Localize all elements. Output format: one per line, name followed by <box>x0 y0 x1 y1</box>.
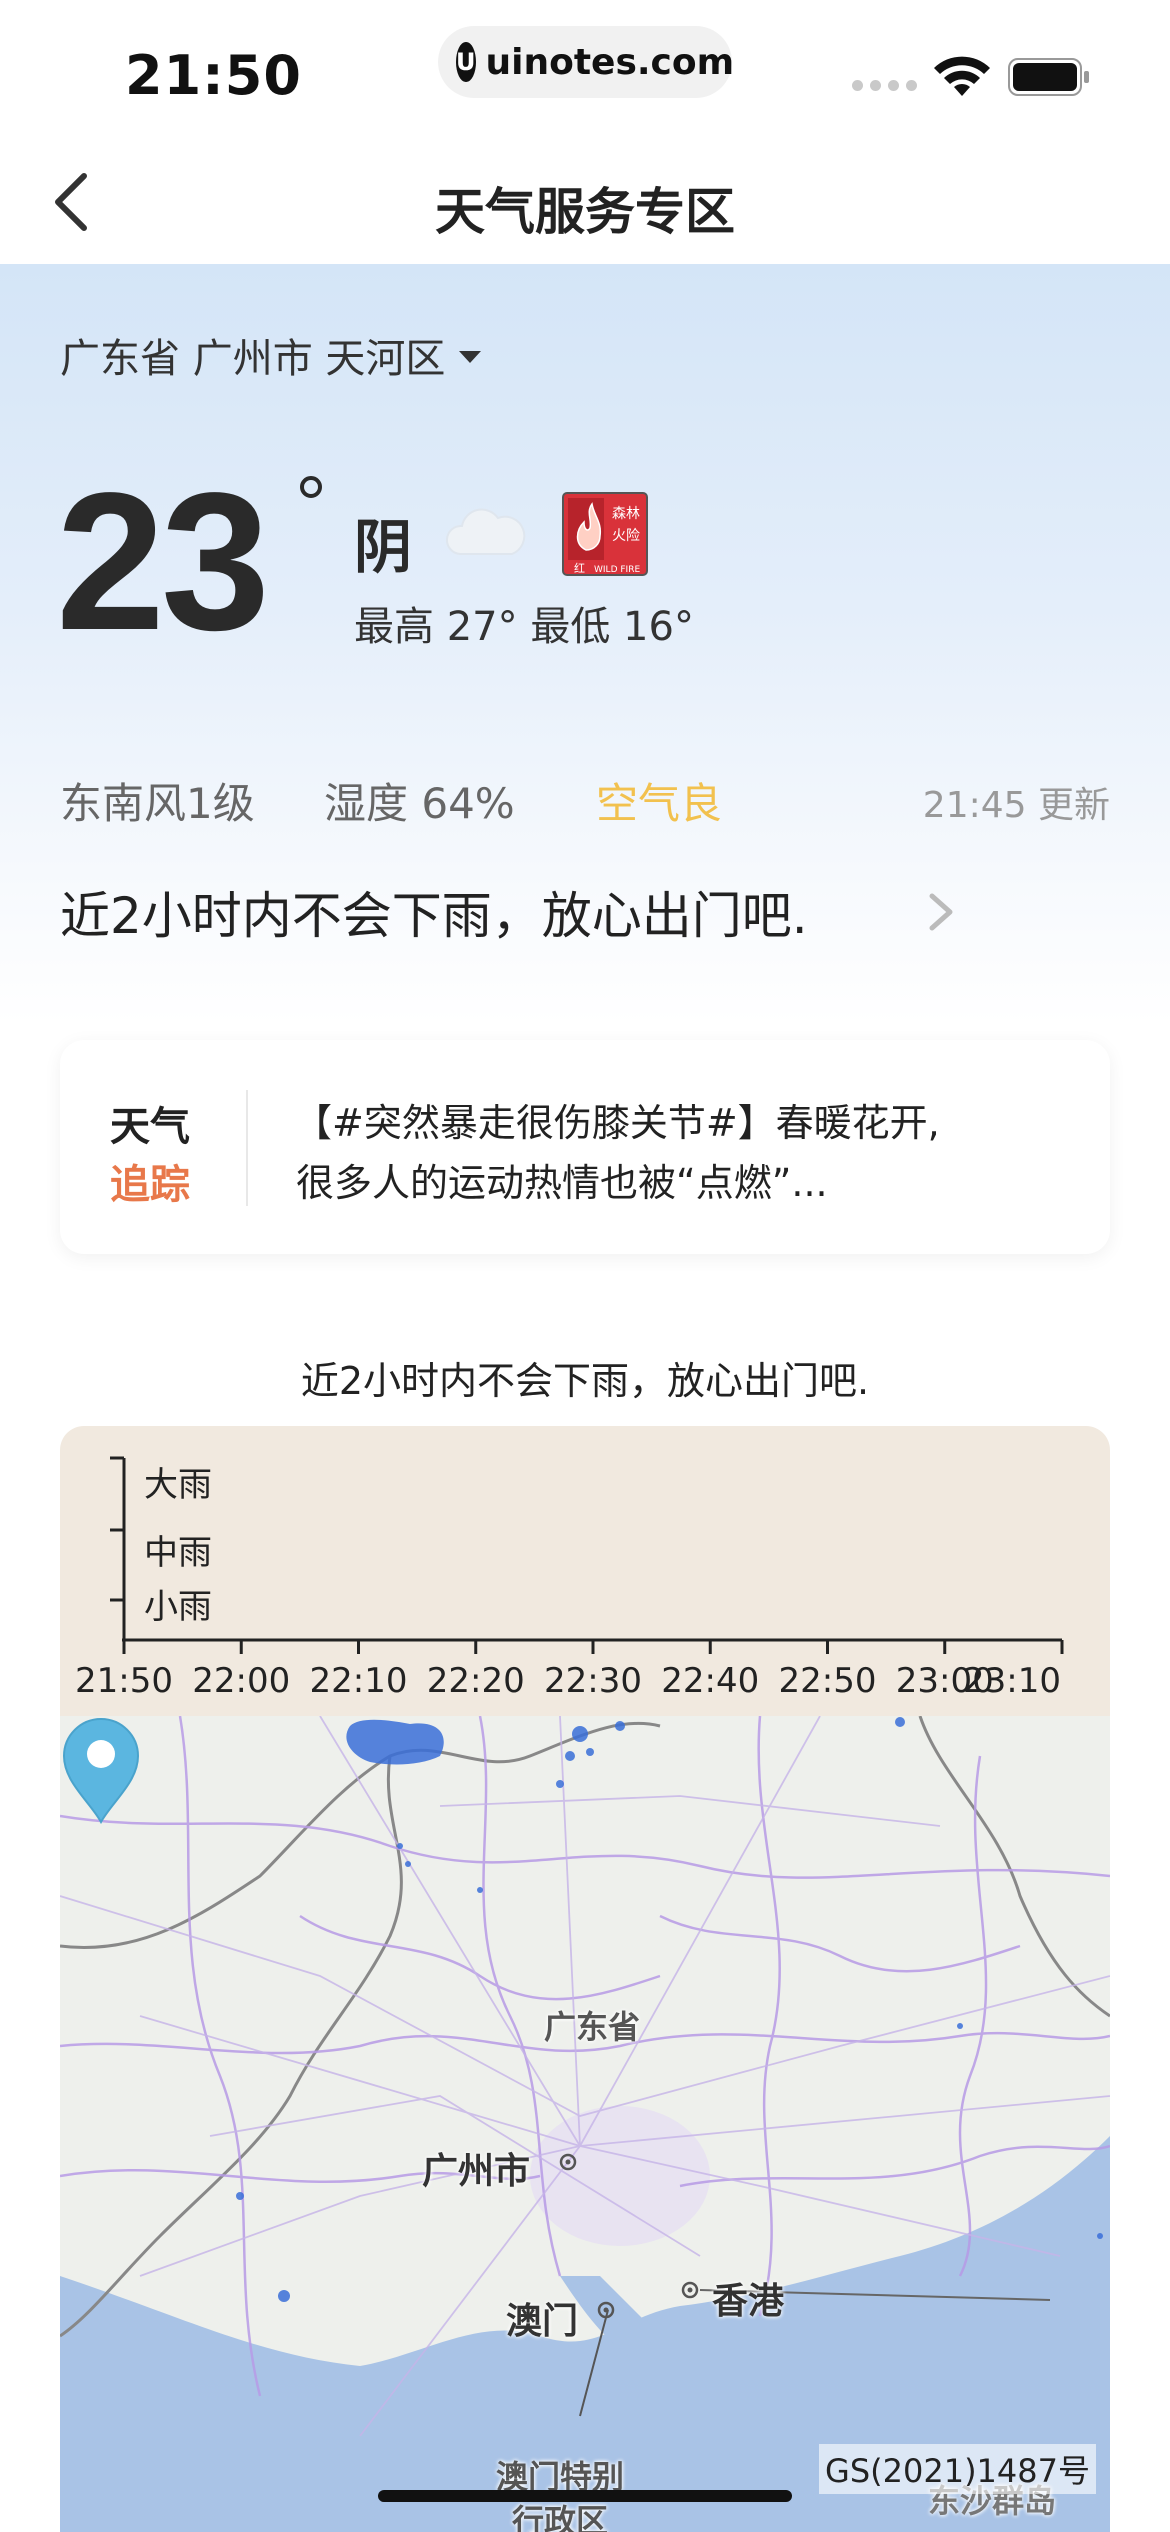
chevron-right-icon[interactable] <box>920 882 964 942</box>
navigation-bar: 天气服务专区 <box>0 140 1170 264</box>
status-bar: 21:50 U uinotes.com <box>0 0 1170 140</box>
location-text: 广东省 广州市 天河区 <box>60 336 446 382</box>
cellular-signal-icon <box>852 80 917 91</box>
x-tick-label: 22:40 <box>661 1661 759 1701</box>
tracking-headline: 【#突然暴走很伤膝关节#】春暖花开, <box>294 1101 940 1145</box>
x-tick-label: 22:50 <box>779 1661 877 1701</box>
wind-info: 东南风1级 <box>60 779 255 828</box>
air-quality-info[interactable]: 空气良 <box>596 770 722 831</box>
x-tick-label: 22:00 <box>192 1661 290 1701</box>
tracking-snippet: 很多人的运动热情也被“点燃”... <box>296 1161 828 1205</box>
updated-time: 21:45 更新 <box>922 785 1110 826</box>
site-logo-icon: U <box>456 42 476 82</box>
home-indicator[interactable] <box>378 2490 792 2502</box>
divider <box>246 1090 248 1206</box>
weather-service-page: 21:50 U uinotes.com 天气服务专区 广东省 广州市 天河区 2… <box>0 0 1170 2532</box>
degree-icon <box>300 476 322 498</box>
url-text: uinotes.com <box>485 41 735 83</box>
location-selector[interactable]: 广东省 广州市 天河区 <box>60 326 482 384</box>
weather-tracking-card[interactable]: 天气 追踪 【#突然暴走很伤膝关节#】春暖花开, 很多人的运动热情也被“点燃”.… <box>60 1040 1110 1254</box>
battery-icon <box>1008 58 1089 96</box>
current-temperature: 23 <box>56 452 270 671</box>
x-tick-label: 22:30 <box>544 1661 642 1701</box>
x-tick-label: 21:50 <box>75 1661 173 1701</box>
url-pill[interactable]: U uinotes.com <box>438 26 735 98</box>
location-pin-icon[interactable] <box>60 1716 142 1824</box>
warning-text-mid: 火险 <box>612 528 640 544</box>
warning-text-top: 森林 <box>612 506 640 522</box>
caret-down-icon <box>459 351 482 363</box>
y-level-moderate: 中雨 <box>144 1533 212 1573</box>
page-title: 天气服务专区 <box>435 183 735 241</box>
rain-forecast-link[interactable]: 近2小时内不会下雨，放心出门吧. <box>60 876 808 948</box>
warning-level: 红 <box>574 562 585 575</box>
radar-map[interactable]: 广东省 广州市 澳门 香港 澳门特别 行政区 东沙群岛 GS(2021)1487… <box>60 1716 1110 2532</box>
high-low-temperature: 最高 27° 最低 16° <box>354 604 694 650</box>
map-label-macau: 澳门 <box>506 2301 579 2342</box>
weather-details-row: 东南风1级 湿度 64% 空气良 21:45 更新 <box>60 770 1110 830</box>
map-canvas <box>60 1716 1110 2532</box>
cloud-icon <box>446 508 526 555</box>
x-tick-label: 22:10 <box>310 1661 408 1701</box>
status-time: 21:50 <box>125 44 302 107</box>
x-tick-label: 23:10 <box>963 1661 1061 1701</box>
map-label-guangzhou: 广州市 <box>422 2151 531 2192</box>
y-level-heavy: 大雨 <box>144 1465 212 1505</box>
warning-en: WILD FIRE <box>594 565 640 575</box>
forest-fire-warning-icon[interactable]: 森林 火险 红 WILD FIRE <box>562 492 648 576</box>
tracking-label-track: 追踪 <box>110 1162 190 1208</box>
precipitation-axes: 21:50 22:00 22:10 22:20 22:30 22:40 22:50 23:00… <box>75 1456 1064 1701</box>
y-level-light: 小雨 <box>144 1587 212 1627</box>
tracking-label-weather: 天气 <box>110 1104 190 1150</box>
precipitation-timeline: 21:50 22:00 22:10 22:20 22:30 22:40 22:50 23:00… <box>60 1426 1110 1716</box>
map-label-guangdong: 广东省 <box>544 2008 641 2046</box>
x-tick-label: 22:20 <box>427 1661 525 1701</box>
wifi-icon <box>934 56 990 96</box>
forecast-title: 近2小时内不会下雨，放心出门吧. <box>300 1359 870 1403</box>
map-label-hongkong: 香港 <box>712 2281 785 2322</box>
map-approval-number: GS(2021)1487号 <box>819 2444 1096 2494</box>
weather-summary: 广东省 广州市 天河区 23 阴 森林 火险 红 WILD FIRE 最高 27… <box>0 264 1170 1024</box>
weather-condition: 阴 <box>354 513 413 581</box>
humidity-info: 湿度 64% <box>324 779 515 828</box>
